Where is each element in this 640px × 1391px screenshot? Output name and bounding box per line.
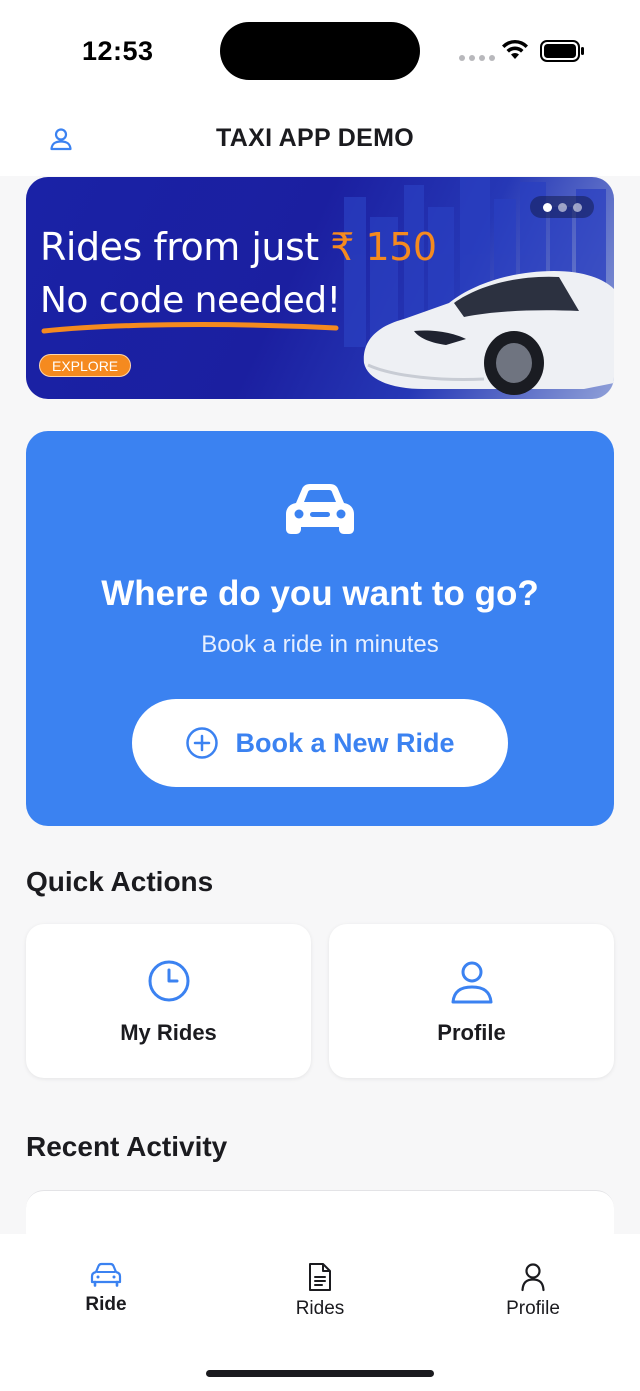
person-icon: [521, 1263, 545, 1292]
page-title: TAXI APP DEMO: [216, 124, 414, 152]
document-icon: [309, 1263, 331, 1291]
car-icon: [90, 1262, 122, 1287]
book-new-ride-label: Book a New Ride: [235, 727, 455, 758]
dynamic-island: [220, 22, 420, 80]
profile-label: Profile: [437, 1020, 506, 1045]
profile-card[interactable]: Profile: [329, 924, 614, 1078]
carousel-dot[interactable]: [542, 202, 552, 212]
my-rides-card[interactable]: My Rides: [26, 924, 311, 1078]
wifi-icon: [502, 39, 528, 59]
battery-icon: [540, 40, 584, 62]
brush-underline: [41, 322, 339, 334]
tab-rides[interactable]: Rides: [250, 1262, 390, 1320]
carousel-pagination[interactable]: [530, 196, 594, 218]
clock-icon: [148, 960, 189, 1002]
car-image: [363, 271, 614, 395]
status-bar: 12:53: [0, 0, 640, 100]
promo-banner[interactable]: Rides from just ₹ 150 No code needed! EX…: [26, 177, 614, 399]
carousel-dot[interactable]: [557, 202, 567, 212]
tab-ride[interactable]: Ride: [36, 1262, 176, 1316]
booking-subtitle: Book a ride in minutes: [201, 631, 439, 658]
booking-title: Where do you want to go?: [101, 574, 539, 613]
tab-profile[interactable]: Profile: [463, 1262, 603, 1320]
tab-label: Profile: [506, 1298, 560, 1319]
recent-activity-title: Recent Activity: [26, 1131, 228, 1162]
tab-label: Ride: [85, 1294, 127, 1315]
booking-card: Where do you want to go? Book a ride in …: [26, 431, 614, 826]
app-header: TAXI APP DEMO: [0, 100, 640, 176]
tab-bar: Ride Rides Profile: [0, 1234, 640, 1391]
my-rides-label: My Rides: [120, 1020, 217, 1045]
quick-actions-title: Quick Actions: [26, 866, 214, 897]
cellular-signal-icon: [459, 55, 495, 61]
explore-button[interactable]: EXPLORE: [39, 354, 132, 377]
add-circle-icon: [186, 727, 219, 759]
banner-subheadline: No code needed!: [40, 280, 341, 321]
home-indicator[interactable]: [206, 1370, 434, 1377]
carousel-dot[interactable]: [572, 202, 582, 212]
status-time: 12:53: [82, 36, 154, 66]
person-icon: [451, 961, 492, 1004]
book-new-ride-button[interactable]: Book a New Ride: [132, 699, 508, 787]
tab-label: Rides: [295, 1298, 345, 1319]
car-icon: [286, 484, 354, 534]
